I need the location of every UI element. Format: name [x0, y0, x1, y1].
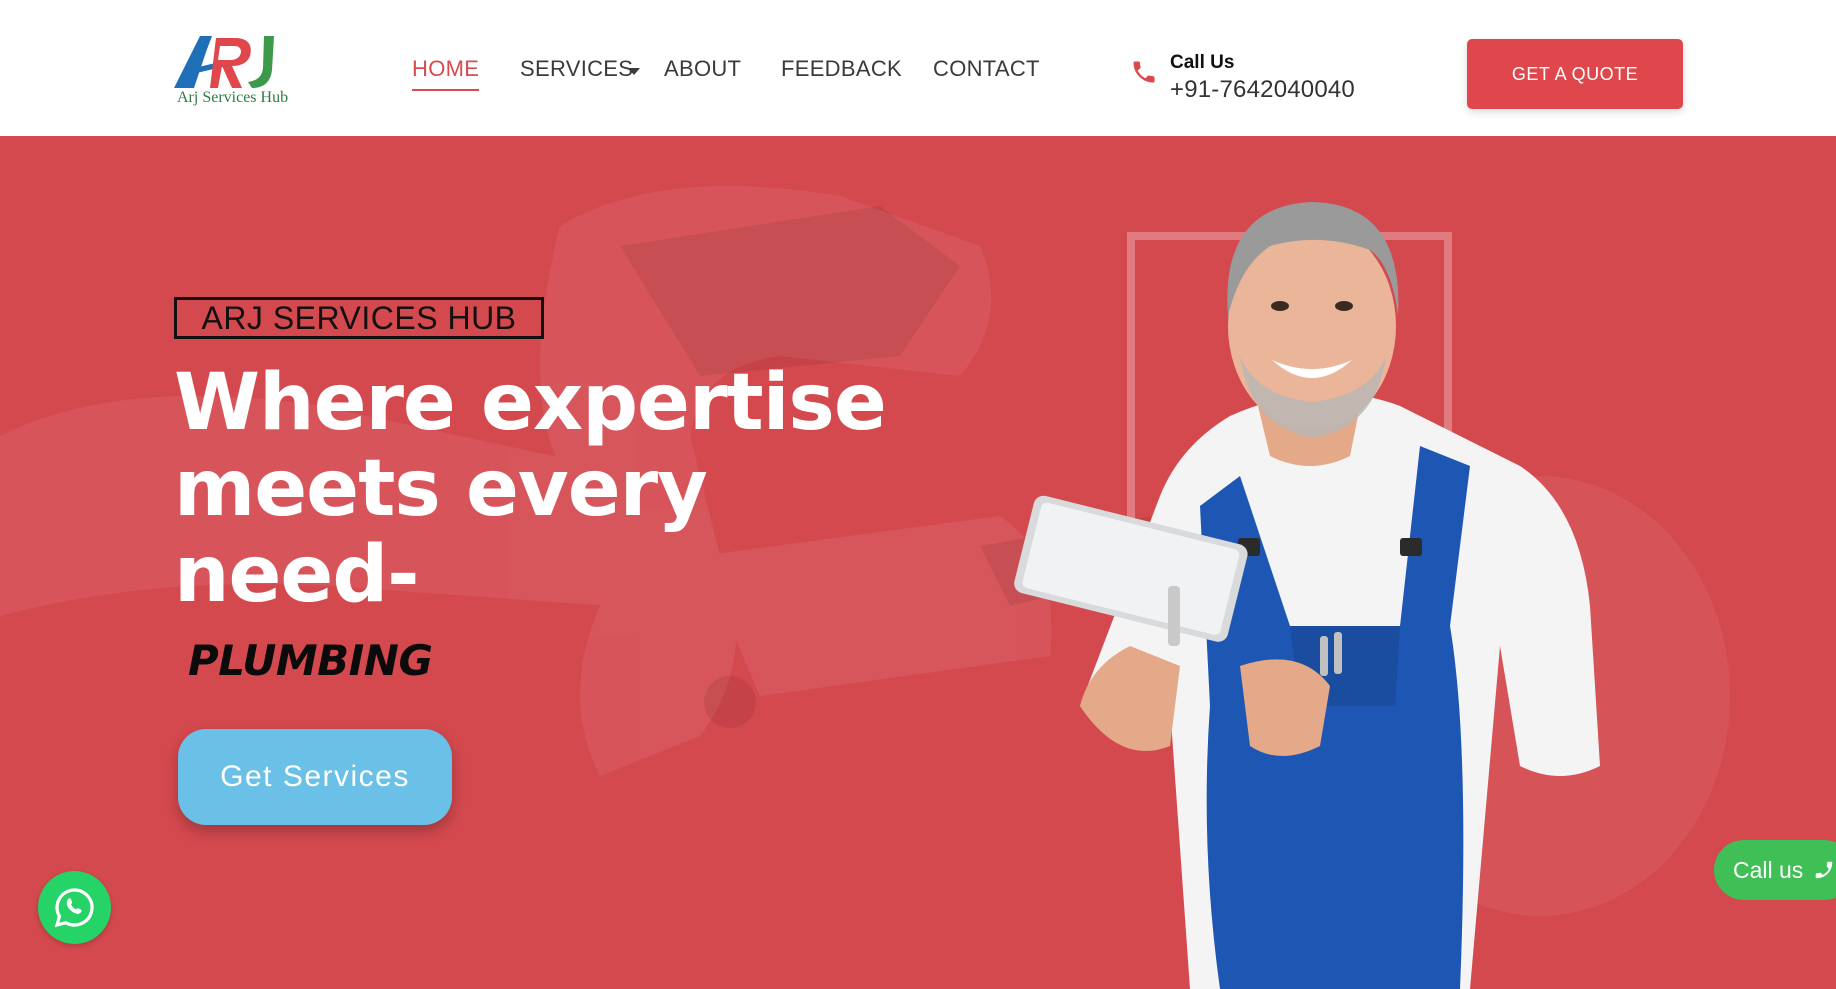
- whatsapp-icon: [54, 888, 94, 928]
- hero-section: ARJ SERVICES HUB Where expertise meets e…: [0, 136, 1836, 989]
- call-label: Call Us: [1170, 52, 1235, 73]
- nav-home[interactable]: HOME: [412, 56, 480, 91]
- header-call-block[interactable]: Call Us +91-7642040040: [1130, 50, 1370, 106]
- nav-contact[interactable]: CONTACT: [933, 56, 1040, 82]
- logo[interactable]: Arj Services Hub: [172, 30, 312, 114]
- phone-icon: [1133, 61, 1155, 83]
- whatsapp-button[interactable]: [38, 871, 111, 944]
- chevron-down-icon[interactable]: [628, 68, 640, 75]
- headline-line: meets every: [174, 444, 708, 534]
- site-header: Arj Services Hub HOME SERVICES ABOUT FEE…: [0, 0, 1836, 136]
- hero-service-word: PLUMBING: [188, 636, 433, 685]
- get-a-quote-button[interactable]: GET A QUOTE: [1467, 39, 1683, 109]
- nav-feedback[interactable]: FEEDBACK: [781, 56, 902, 82]
- call-us-pill-label: Call us: [1733, 856, 1804, 883]
- nav-about[interactable]: ABOUT: [664, 56, 741, 82]
- headline-line: Where expertise: [174, 358, 887, 448]
- phone-icon: [1816, 861, 1833, 879]
- logo-subtitle: Arj Services Hub: [177, 89, 289, 106]
- plumber-with-tablet-image: [1014, 202, 1600, 989]
- nav-services[interactable]: SERVICES: [520, 56, 633, 82]
- get-services-button[interactable]: Get Services: [178, 729, 452, 825]
- logo-mark: [174, 36, 274, 88]
- call-number[interactable]: +91-7642040040: [1170, 76, 1355, 104]
- hero-brand-label: ARJ SERVICES HUB: [174, 297, 544, 339]
- headline-line: need-: [174, 530, 420, 620]
- call-us-floating-button[interactable]: Call us: [1714, 840, 1836, 900]
- hero-headline: Where expertise meets every need-: [174, 360, 894, 618]
